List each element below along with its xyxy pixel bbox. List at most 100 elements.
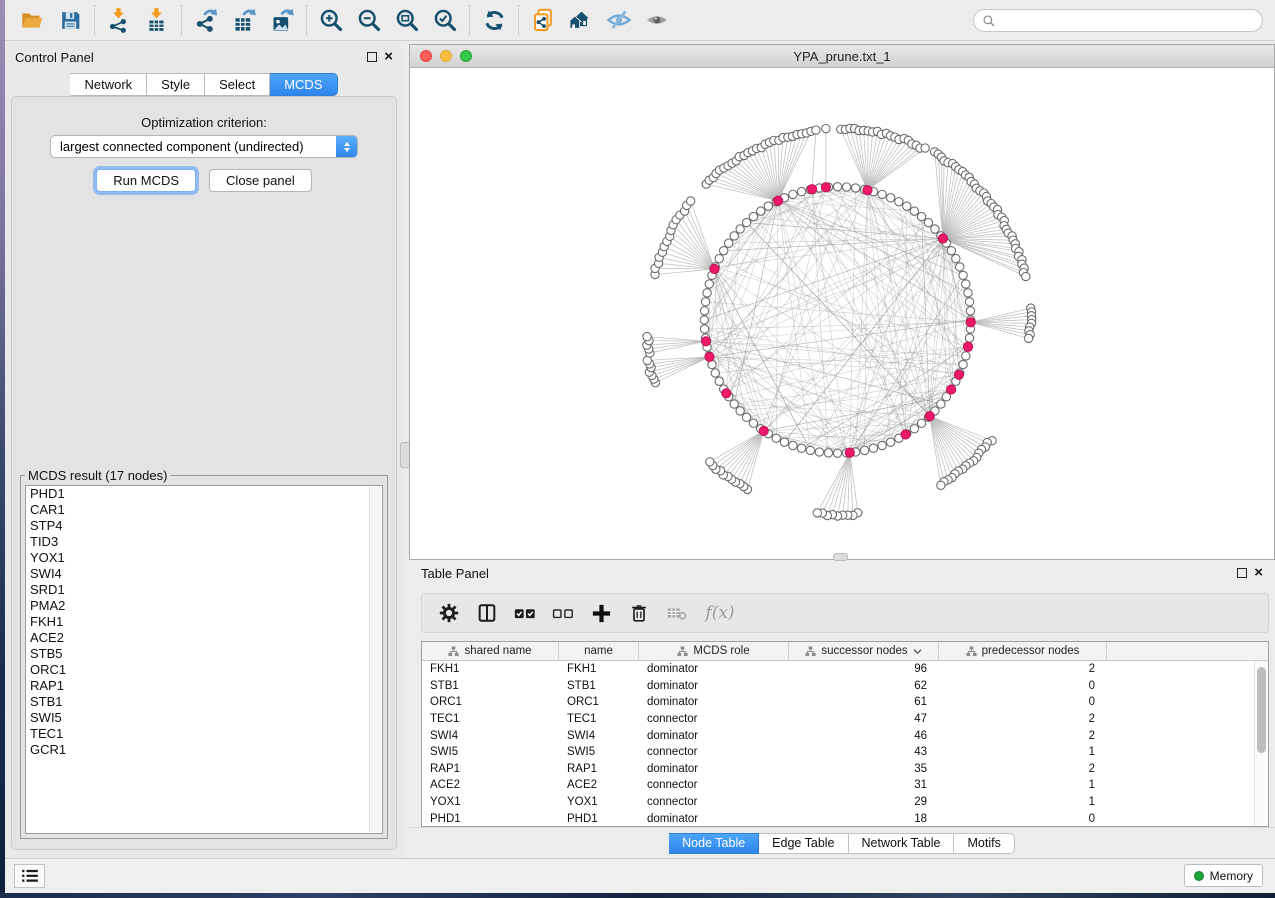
add-column-button[interactable]: [584, 598, 618, 628]
search-field[interactable]: [973, 9, 1263, 32]
cell-mcds-role[interactable]: dominator: [639, 813, 789, 825]
mcds-result-item[interactable]: GCR1: [26, 742, 382, 758]
zoom-selected-button[interactable]: [426, 4, 464, 36]
zoom-out-button[interactable]: [350, 4, 388, 36]
import-network-button[interactable]: [100, 4, 138, 36]
column-header-shared-name[interactable]: shared name: [422, 642, 559, 660]
cell-name[interactable]: TEC1: [559, 713, 639, 725]
table-row[interactable]: SWI5 SWI5 connector 43 1: [422, 744, 1254, 761]
table-tab[interactable]: Node Table: [669, 833, 759, 854]
cell-shared-name[interactable]: YOX1: [422, 796, 559, 808]
mcds-result-item[interactable]: CAR1: [26, 502, 382, 518]
export-network-button[interactable]: [187, 4, 225, 36]
cell-predecessor-nodes[interactable]: 0: [939, 696, 1107, 708]
cell-mcds-role[interactable]: connector: [639, 796, 789, 808]
mcds-result-item[interactable]: TEC1: [26, 726, 382, 742]
cell-mcds-role[interactable]: dominator: [639, 663, 789, 675]
cell-name[interactable]: SWI4: [559, 730, 639, 742]
show-all-button[interactable]: [638, 4, 676, 36]
search-input[interactable]: [1001, 14, 1254, 28]
cell-predecessor-nodes[interactable]: 2: [939, 730, 1107, 742]
cell-mcds-role[interactable]: connector: [639, 746, 789, 758]
mcds-result-item[interactable]: SWI5: [26, 710, 382, 726]
mcds-result-item[interactable]: ORC1: [26, 662, 382, 678]
horizontal-splitter-grip[interactable]: [833, 553, 848, 561]
cell-name[interactable]: RAP1: [559, 763, 639, 775]
cell-successor-nodes[interactable]: 47: [789, 713, 939, 725]
table-settings-button[interactable]: [432, 598, 466, 628]
cell-shared-name[interactable]: SWI4: [422, 730, 559, 742]
close-panel-button[interactable]: Close panel: [209, 169, 312, 192]
table-row[interactable]: PHD1 PHD1 dominator 18 0: [422, 810, 1254, 826]
mcds-result-item[interactable]: SWI4: [26, 566, 382, 582]
cell-successor-nodes[interactable]: 18: [789, 813, 939, 825]
cell-mcds-role[interactable]: dominator: [639, 680, 789, 692]
export-table-button[interactable]: [225, 4, 263, 36]
table-row[interactable]: TEC1 TEC1 connector 47 2: [422, 711, 1254, 728]
cell-shared-name[interactable]: PHD1: [422, 813, 559, 825]
cell-successor-nodes[interactable]: 46: [789, 730, 939, 742]
table-row[interactable]: ORC1 ORC1 dominator 61 0: [422, 694, 1254, 711]
float-panel-icon[interactable]: [367, 52, 377, 62]
cell-successor-nodes[interactable]: 61: [789, 696, 939, 708]
table-row[interactable]: ACE2 ACE2 connector 31 1: [422, 777, 1254, 794]
hide-selected-button[interactable]: [600, 4, 638, 36]
cell-successor-nodes[interactable]: 62: [789, 680, 939, 692]
cell-name[interactable]: YOX1: [559, 796, 639, 808]
delete-column-button[interactable]: [622, 598, 656, 628]
cell-predecessor-nodes[interactable]: 0: [939, 813, 1107, 825]
import-table-button[interactable]: [138, 4, 176, 36]
cell-name[interactable]: PHD1: [559, 813, 639, 825]
cell-shared-name[interactable]: ACE2: [422, 779, 559, 791]
table-row[interactable]: STB1 STB1 dominator 62 0: [422, 678, 1254, 695]
table-row[interactable]: YOX1 YOX1 connector 29 1: [422, 794, 1254, 811]
zoom-in-button[interactable]: [312, 4, 350, 36]
cell-shared-name[interactable]: RAP1: [422, 763, 559, 775]
save-session-button[interactable]: [51, 4, 89, 36]
table-tab[interactable]: Motifs: [954, 833, 1014, 854]
cell-name[interactable]: STB1: [559, 680, 639, 692]
mcds-result-item[interactable]: TID3: [26, 534, 382, 550]
cell-successor-nodes[interactable]: 29: [789, 796, 939, 808]
column-header-predecessor-nodes[interactable]: predecessor nodes: [939, 642, 1107, 660]
cell-shared-name[interactable]: ORC1: [422, 696, 559, 708]
table-tab[interactable]: Edge Table: [759, 833, 848, 854]
cell-predecessor-nodes[interactable]: 2: [939, 713, 1107, 725]
cell-predecessor-nodes[interactable]: 1: [939, 796, 1107, 808]
export-image-button[interactable]: [263, 4, 301, 36]
cell-shared-name[interactable]: FKH1: [422, 663, 559, 675]
cell-predecessor-nodes[interactable]: 2: [939, 763, 1107, 775]
cell-shared-name[interactable]: TEC1: [422, 713, 559, 725]
cell-name[interactable]: SWI5: [559, 746, 639, 758]
close-panel-icon[interactable]: ×: [384, 52, 393, 62]
table-row[interactable]: RAP1 RAP1 dominator 35 2: [422, 761, 1254, 778]
select-all-button[interactable]: [508, 598, 542, 628]
cell-mcds-role[interactable]: dominator: [639, 763, 789, 775]
table-scrollbar[interactable]: [1254, 661, 1268, 826]
open-session-button[interactable]: [13, 4, 51, 36]
cell-successor-nodes[interactable]: 43: [789, 746, 939, 758]
criterion-select[interactable]: largest connected component (undirected): [50, 135, 358, 158]
network-graph[interactable]: [410, 68, 1274, 559]
control-panel-tab[interactable]: Style: [147, 73, 205, 96]
clone-network-button[interactable]: [524, 4, 562, 36]
float-table-panel-icon[interactable]: [1237, 568, 1247, 578]
mcds-result-item[interactable]: STB1: [26, 694, 382, 710]
control-panel-tab[interactable]: Network: [70, 73, 147, 96]
mcds-result-item[interactable]: STB5: [26, 646, 382, 662]
result-list-scrollbar[interactable]: [369, 487, 381, 832]
cell-successor-nodes[interactable]: 31: [789, 779, 939, 791]
mcds-result-item[interactable]: YOX1: [26, 550, 382, 566]
column-header-mcds-role[interactable]: MCDS role: [639, 642, 789, 660]
cell-shared-name[interactable]: STB1: [422, 680, 559, 692]
run-mcds-button[interactable]: Run MCDS: [96, 169, 196, 192]
show-columns-button[interactable]: [470, 598, 504, 628]
cell-predecessor-nodes[interactable]: 0: [939, 680, 1107, 692]
cell-predecessor-nodes[interactable]: 1: [939, 779, 1107, 791]
mcds-result-item[interactable]: STP4: [26, 518, 382, 534]
network-titlebar[interactable]: YPA_prune.txt_1: [410, 45, 1274, 68]
cell-successor-nodes[interactable]: 35: [789, 763, 939, 775]
cell-name[interactable]: ACE2: [559, 779, 639, 791]
column-header-successor-nodes[interactable]: successor nodes: [789, 642, 939, 660]
deselect-all-button[interactable]: [546, 598, 580, 628]
